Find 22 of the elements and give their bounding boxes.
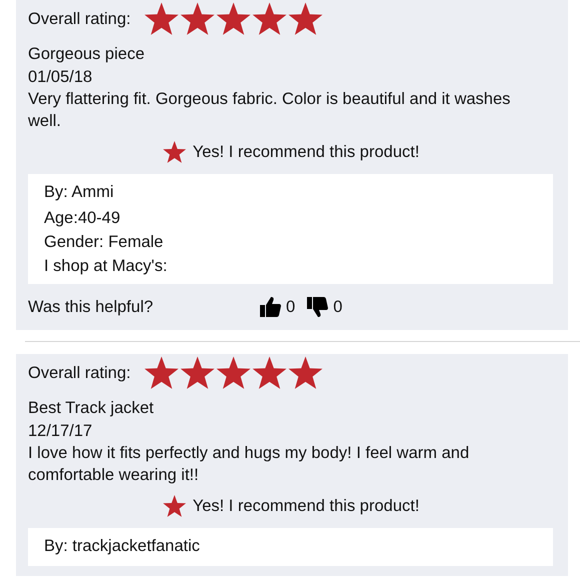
review-title: Best Track jacket xyxy=(28,398,155,419)
thumbs-up-icon[interactable] xyxy=(258,294,282,320)
review-text: I love how it fits perfectly and hugs my body! I feel warm and comfortable wearing it!! xyxy=(28,443,470,486)
reviewer-detail: By: trackjacketfanatic xyxy=(44,536,201,557)
rating-label: Overall rating: xyxy=(28,364,131,383)
reviewer-detail: Age:40-49 xyxy=(44,208,122,229)
helpful-label: Was this helpful? xyxy=(28,298,154,316)
recommend-text: Yes! I recommend this product! xyxy=(192,497,420,516)
star-icon xyxy=(162,140,187,165)
review-text: Very flattering fit. Gorgeous fabric. Color is beautiful and it washes well. xyxy=(28,89,512,132)
review-title: Gorgeous piece xyxy=(28,44,146,65)
thumbs-up-count: 0 xyxy=(286,298,296,316)
rating-label: Overall rating: xyxy=(28,10,131,29)
review-date: 01/05/18 xyxy=(28,67,94,88)
star-icon xyxy=(162,494,187,519)
review-date: 12/17/17 xyxy=(28,421,94,442)
thumbs-down-icon[interactable] xyxy=(305,294,330,320)
reviewer-detail: Gender: Female xyxy=(44,232,164,253)
thumbs-down-count: 0 xyxy=(333,298,342,316)
reviewer-detail: I shop at Macy's: xyxy=(44,256,168,277)
recommend-text: Yes! I recommend this product! xyxy=(192,143,420,162)
reviewer-detail: By: Ammi xyxy=(44,182,115,203)
